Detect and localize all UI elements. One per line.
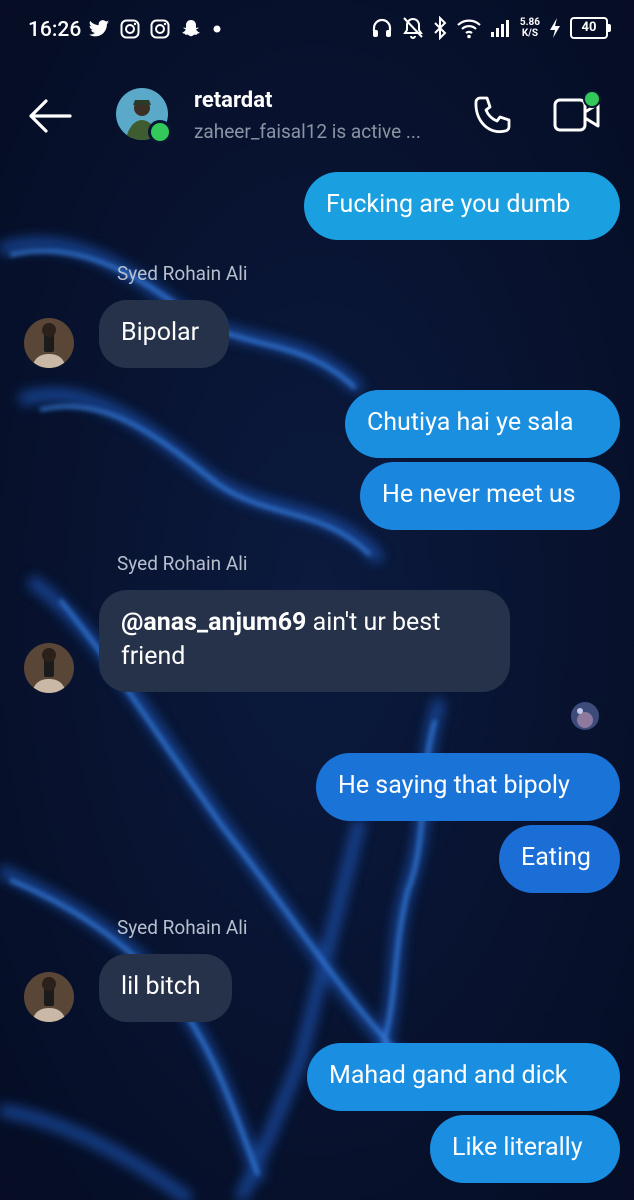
- online-indicator: [148, 120, 172, 144]
- headset-icon: [372, 18, 391, 37]
- sender-name: Syed Rohain Ali: [117, 262, 248, 285]
- seen-avatar: [571, 702, 599, 730]
- back-arrow-icon[interactable]: [26, 96, 72, 136]
- active-status: zaheer_faisal12 is active ...: [194, 120, 421, 143]
- video-active-dot: [583, 90, 601, 108]
- avatar-image: [24, 318, 74, 368]
- message-outgoing[interactable]: Eating: [499, 825, 620, 893]
- message-outgoing[interactable]: Fucking are you dumb: [304, 172, 620, 240]
- instagram-icon: [150, 19, 170, 39]
- bluetooth-icon: [434, 16, 447, 40]
- charging-icon: [550, 18, 560, 38]
- instagram-icon: [120, 19, 140, 39]
- message-text: friend: [121, 642, 186, 671]
- avatar-image: [24, 972, 74, 1022]
- phone-icon[interactable]: [470, 94, 516, 140]
- network-speed: 5.86 K/S: [519, 17, 540, 39]
- status-time: 16:26: [28, 18, 82, 42]
- chat-title[interactable]: retardat: [194, 88, 272, 113]
- message-text: ain't ur best: [306, 608, 441, 637]
- sender-avatar[interactable]: [24, 318, 74, 368]
- user-mention[interactable]: @anas_anjum69: [121, 608, 306, 637]
- message-outgoing[interactable]: He saying that bipoly: [316, 753, 620, 821]
- message-incoming[interactable]: Bipolar: [99, 300, 229, 368]
- snapchat-icon: [182, 20, 200, 37]
- avatar-image: [24, 643, 74, 693]
- message-incoming[interactable]: @anas_anjum69 ain't ur best friend: [99, 590, 510, 692]
- message-outgoing[interactable]: Mahad gand and dick: [307, 1043, 620, 1111]
- status-bar: 16:26 5.86 K/S 40: [0, 0, 634, 64]
- message-outgoing[interactable]: Like literally: [430, 1115, 620, 1183]
- wifi-icon: [457, 19, 481, 39]
- message-outgoing[interactable]: Chutiya hai ye sala: [345, 390, 620, 458]
- sender-name: Syed Rohain Ali: [117, 552, 248, 575]
- chat-header: retardat zaheer_faisal12 is active ...: [0, 72, 634, 162]
- bell-off-icon: [403, 17, 423, 39]
- dot-icon: [213, 25, 221, 33]
- signal-icon: [490, 20, 509, 37]
- message-outgoing[interactable]: He never meet us: [360, 462, 620, 530]
- avatar-image: [571, 702, 599, 730]
- twitter-icon: [88, 20, 110, 37]
- battery-indicator: 40: [570, 17, 611, 39]
- sender-name: Syed Rohain Ali: [117, 916, 248, 939]
- sender-avatar[interactable]: [24, 972, 74, 1022]
- message-incoming[interactable]: lil bitch: [99, 954, 232, 1022]
- sender-avatar[interactable]: [24, 643, 74, 693]
